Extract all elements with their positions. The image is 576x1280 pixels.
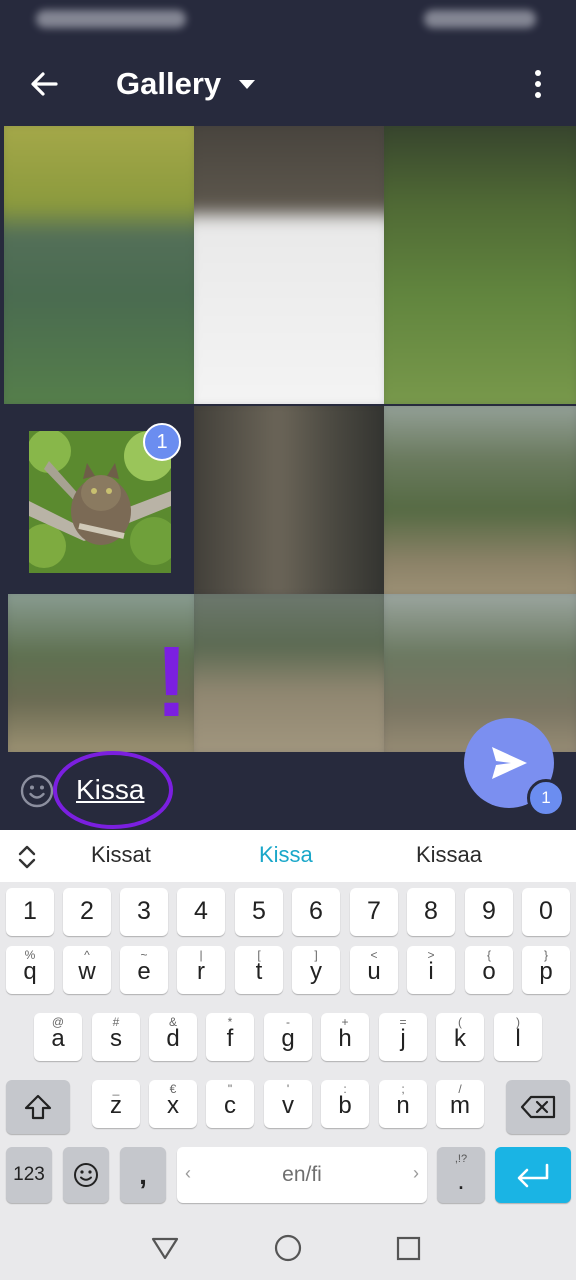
photo-thumbnail[interactable] (194, 594, 384, 752)
backspace-key[interactable] (506, 1080, 570, 1134)
enter-key[interactable] (495, 1147, 571, 1203)
key-p[interactable]: } p (522, 946, 570, 994)
more-vertical-icon (535, 70, 541, 76)
send-count-badge: 1 (527, 779, 565, 817)
comma-key[interactable]: , (120, 1147, 166, 1203)
key-s[interactable]: # s (92, 1013, 140, 1061)
album-selector[interactable]: Gallery (116, 66, 256, 102)
key-8[interactable]: 8 (407, 888, 455, 936)
key-7[interactable]: 7 (350, 888, 398, 936)
status-icons-right (424, 10, 536, 28)
photo-thumbnail[interactable] (194, 126, 384, 404)
home-circle-icon[interactable] (274, 1234, 302, 1262)
key-q[interactable]: % q (6, 946, 54, 994)
smiley-icon (20, 774, 54, 808)
period-key[interactable]: ,!? . (437, 1147, 485, 1203)
key-c[interactable]: " c (206, 1080, 254, 1128)
key-b[interactable]: :b (321, 1080, 369, 1128)
key-d[interactable]: & d (149, 1013, 197, 1061)
smiley-icon (74, 1163, 98, 1187)
system-nav-bar (0, 1210, 576, 1280)
key-j[interactable]: = j (379, 1013, 427, 1061)
emoji-key[interactable] (63, 1147, 109, 1203)
shift-key[interactable] (6, 1080, 70, 1134)
key-h[interactable]: + h (321, 1013, 369, 1061)
key-g[interactable]: -g (264, 1013, 312, 1061)
shift-arrow-icon (24, 1094, 52, 1120)
key-a[interactable]: @ a (34, 1013, 82, 1061)
key-l[interactable]: ) l (494, 1013, 542, 1061)
key-i[interactable]: > i (407, 946, 455, 994)
symbols-key[interactable]: 123 (6, 1147, 52, 1203)
key-n[interactable]: ; n (379, 1080, 427, 1128)
app-bar: Gallery (0, 40, 576, 126)
key-x[interactable]: € x (149, 1080, 197, 1128)
key-6[interactable]: 6 (292, 888, 340, 936)
suggestion-item[interactable]: Kissat (91, 842, 151, 868)
expand-suggestions-icon[interactable] (16, 844, 38, 870)
send-icon (492, 747, 527, 779)
status-icons-left (36, 10, 186, 28)
key-4[interactable]: 4 (177, 888, 225, 936)
chevron-right-icon: › (413, 1163, 419, 1183)
key-w[interactable]: ^ w (63, 946, 111, 994)
suggestion-item-selected[interactable]: Kissa (259, 842, 313, 868)
key-k[interactable]: (k (436, 1013, 484, 1061)
key-0[interactable]: 0 (522, 888, 570, 936)
key-v[interactable]: ' v (264, 1080, 312, 1128)
key-1[interactable]: 1 (6, 888, 54, 936)
arrow-left-icon (31, 72, 58, 96)
back-triangle-icon[interactable] (150, 1236, 180, 1260)
annotation-circle (53, 751, 173, 829)
space-key[interactable]: ‹ en/fi › (177, 1147, 427, 1203)
more-options-button[interactable] (520, 62, 556, 106)
status-bar (0, 0, 576, 40)
photo-thumbnail[interactable] (384, 406, 576, 594)
photo-grid: 1 (4, 126, 576, 752)
keyboard: 1 2 3 4 5 6 7 8 9 0 % q ^ w ~ e | r [t ] y < u… (0, 882, 576, 1210)
emoji-button[interactable] (20, 774, 54, 808)
key-o[interactable]: {o (465, 946, 513, 994)
space-language-label: en/fi (282, 1163, 322, 1186)
caret-down-icon (239, 79, 256, 89)
back-button[interactable] (24, 64, 64, 104)
photo-thumbnail[interactable] (384, 126, 576, 404)
key-9[interactable]: 9 (465, 888, 513, 936)
suggestion-item[interactable]: Kissaa (416, 842, 482, 868)
key-m[interactable]: / m (436, 1080, 484, 1128)
backspace-icon (520, 1095, 556, 1119)
suggestion-strip: Kissat Kissa Kissaa (0, 830, 576, 882)
page-title: Gallery (116, 66, 222, 101)
key-f[interactable]: * f (206, 1013, 254, 1061)
key-5[interactable]: 5 (235, 888, 283, 936)
key-y[interactable]: ] y (292, 946, 340, 994)
photo-thumbnail[interactable] (194, 406, 384, 594)
key-t[interactable]: [t (235, 946, 283, 994)
annotation-exclamation-mark: ! (155, 626, 189, 738)
recents-square-icon[interactable] (396, 1236, 422, 1262)
key-r[interactable]: | r (177, 946, 225, 994)
enter-arrow-icon (517, 1163, 549, 1188)
key-3[interactable]: 3 (120, 888, 168, 936)
key-u[interactable]: < u (350, 946, 398, 994)
key-2[interactable]: 2 (63, 888, 111, 936)
selection-count-badge: 1 (143, 423, 181, 461)
photo-thumbnail[interactable] (4, 126, 194, 404)
key-z[interactable]: _ z (92, 1080, 140, 1128)
key-e[interactable]: ~ e (120, 946, 168, 994)
